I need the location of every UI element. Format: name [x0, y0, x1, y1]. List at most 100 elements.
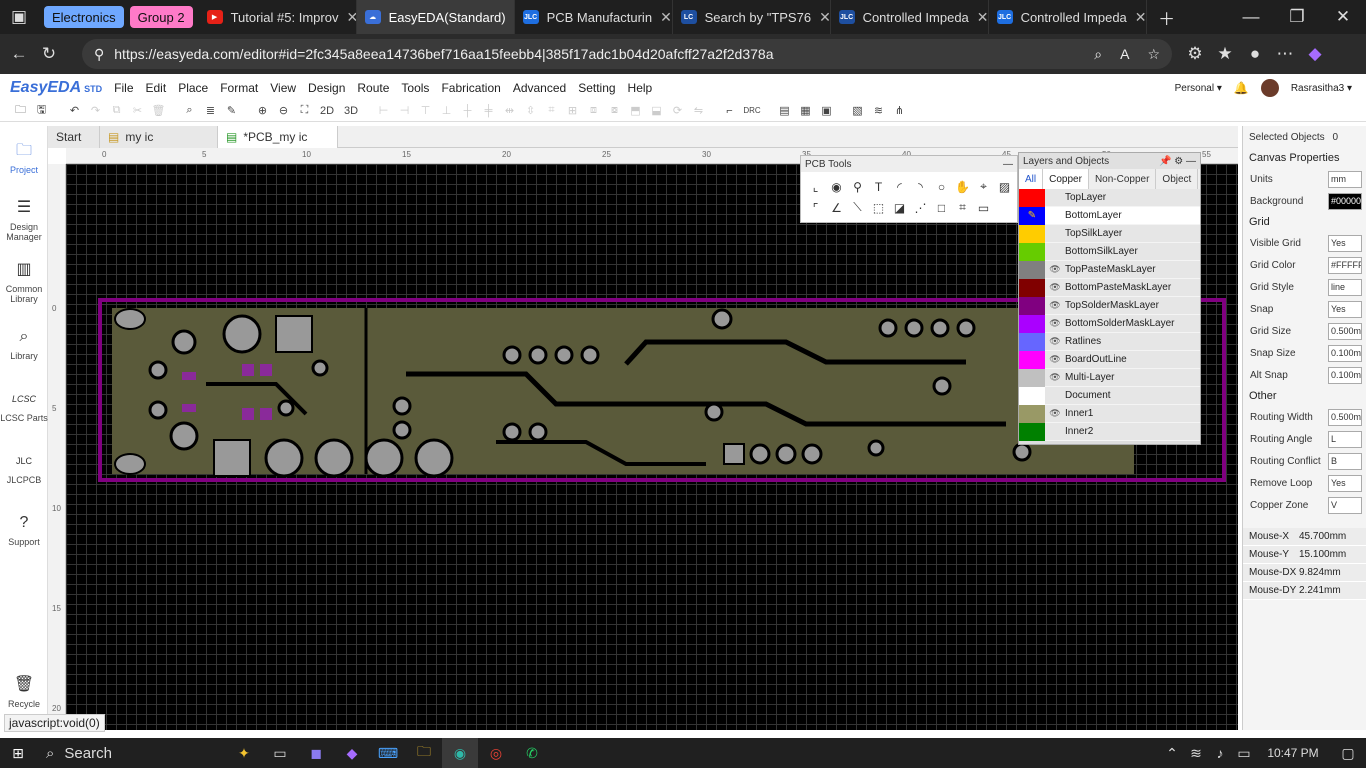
tab-group-electronics[interactable]: Electronics — [44, 6, 124, 28]
bring-front-icon[interactable]: ⬒ — [625, 102, 646, 120]
routing-width-field[interactable]: 0.500mm — [1328, 408, 1362, 426]
layer-color-swatch[interactable] — [1019, 242, 1045, 261]
canvas-origin-icon[interactable]: ⌗ — [952, 197, 973, 218]
grid-color-field[interactable]: #FFFFFF — [1328, 256, 1362, 274]
distribute-h-icon[interactable]: ⇹ — [499, 102, 520, 120]
alt-snap-field[interactable]: 0.100mm — [1328, 366, 1362, 384]
menu-tools[interactable]: Tools — [401, 81, 429, 95]
smd-pad[interactable] — [182, 404, 196, 412]
layer-color-swatch[interactable] — [1019, 368, 1045, 387]
align-right-icon[interactable]: ⊣ — [394, 102, 415, 120]
pad[interactable] — [904, 318, 924, 338]
save-icon[interactable]: 🖫 — [31, 102, 52, 120]
minimize-panel-icon[interactable]: — — [1003, 159, 1013, 170]
pad[interactable] — [222, 314, 262, 354]
new-tab-icon[interactable]: ＋ — [1147, 2, 1187, 32]
wifi-icon[interactable]: ≋ — [1184, 738, 1208, 768]
redo-icon[interactable]: ↷ — [85, 102, 106, 120]
pad[interactable] — [956, 318, 976, 338]
whatsapp-icon[interactable]: ✆ — [514, 738, 550, 768]
back-icon[interactable]: ← — [4, 39, 34, 69]
site-info-icon[interactable]: ⚲ — [94, 46, 104, 63]
close-icon[interactable]: ✕ — [346, 9, 355, 26]
via-tool-icon[interactable]: ⚲ — [847, 176, 868, 197]
teams-icon[interactable]: ◼ — [298, 738, 334, 768]
layer-color-swatch[interactable] — [1019, 224, 1045, 243]
send-back-icon[interactable]: ⬓ — [646, 102, 667, 120]
gerber-icon[interactable]: ▤ — [774, 102, 795, 120]
task-view-icon[interactable]: ▭ — [262, 738, 298, 768]
file-explorer-icon[interactable]: 🗀 — [406, 738, 442, 768]
copper-pour[interactable] — [112, 308, 1134, 474]
eye-icon[interactable]: 👁 — [1045, 354, 1065, 365]
group-icon[interactable]: ⧈ — [583, 102, 604, 120]
taskbar-search[interactable]: ⌕ Search — [36, 738, 226, 768]
restore-icon[interactable]: ❐ — [1274, 2, 1320, 32]
pad[interactable] — [580, 345, 600, 365]
layer-color-swatch[interactable] — [1019, 350, 1045, 369]
layer-row-bottomsilk[interactable]: BottomSilkLayer — [1019, 242, 1200, 261]
smd-pad[interactable] — [242, 408, 254, 420]
pad[interactable] — [528, 345, 548, 365]
corner-tool-icon[interactable]: ⌜ — [805, 197, 826, 218]
image-tool-icon[interactable]: ▨ — [994, 176, 1015, 197]
layer-row-boardoutline[interactable]: 👁 BoardOutLine — [1019, 350, 1200, 369]
browser-tab-pcb-manufacturing[interactable]: JLC PCB Manufacturin ✕ — [515, 0, 673, 34]
eye-icon[interactable]: 👁 — [1045, 264, 1065, 275]
menu-place[interactable]: Place — [178, 81, 208, 95]
layer-color-swatch[interactable] — [1019, 332, 1045, 351]
layer-row-toppastemask[interactable]: 👁 TopPasteMaskLayer — [1019, 260, 1200, 279]
sidebar-item-library[interactable]: ⌕ Library — [0, 312, 48, 374]
hand-tool-icon[interactable]: ✋ — [952, 176, 973, 197]
snap-icon[interactable]: ⊞ — [562, 102, 583, 120]
zoom-icon[interactable]: ⌕ — [1094, 46, 1102, 63]
sidebar-item-lcsc-parts[interactable]: LCSC LCSC Parts — [0, 374, 48, 436]
volume-icon[interactable]: ♪ — [1208, 738, 1232, 768]
windows-start-icon[interactable]: ⊞ — [0, 738, 36, 768]
extensions-icon[interactable]: ⚙ — [1180, 39, 1210, 69]
layer-color-swatch[interactable] — [1019, 188, 1045, 207]
close-icon[interactable]: ✕ — [660, 9, 672, 26]
layer-row-inner1[interactable]: 👁 Inner1 — [1019, 404, 1200, 423]
grid-style-select[interactable]: line — [1328, 278, 1362, 296]
align-bottom-icon[interactable]: ⊥ — [436, 102, 457, 120]
sidebar-item-common-library[interactable]: ▥ Common Library — [0, 250, 48, 312]
pad[interactable] — [1012, 442, 1032, 462]
edge-icon[interactable]: ◉ — [442, 738, 478, 768]
browser-tab-controlled-impedance-1[interactable]: JLC Controlled Impeda ✕ — [831, 0, 989, 34]
rectangle-tool-icon[interactable]: □ — [931, 197, 952, 218]
smd-pad[interactable] — [182, 372, 196, 380]
snap-select[interactable]: Yes — [1328, 300, 1362, 318]
browser-tab-controlled-impedance-2[interactable]: JLC Controlled Impeda ✕ — [989, 0, 1147, 34]
eye-icon[interactable]: 👁 — [1045, 408, 1065, 419]
sidebar-item-project[interactable]: 🗀 Project — [0, 126, 48, 188]
delete-icon[interactable]: 🗑 — [148, 102, 169, 120]
browser-tab-tutorial[interactable]: ▶ Tutorial #5: Improv ✕ — [199, 0, 357, 34]
layer-color-swatch[interactable] — [1019, 386, 1045, 405]
pad[interactable] — [502, 345, 522, 365]
view-2d-button[interactable]: 2D — [315, 102, 339, 120]
drc-button[interactable]: DRC — [740, 102, 764, 120]
menu-route[interactable]: Route — [357, 81, 389, 95]
align-grid-icon[interactable]: ⌗ — [541, 102, 562, 120]
line-tool-icon[interactable]: ⟍ — [847, 197, 868, 218]
pad[interactable] — [171, 329, 197, 355]
arc-center-tool-icon[interactable]: ◝ — [910, 176, 931, 197]
pad[interactable] — [314, 438, 354, 478]
solid-region-icon[interactable]: ⬚ — [868, 197, 889, 218]
eye-icon[interactable]: 👁 — [1045, 300, 1065, 311]
mounting-hole[interactable] — [114, 453, 146, 475]
pad[interactable] — [311, 359, 329, 377]
reload-icon[interactable]: ↻ — [34, 39, 64, 69]
eye-icon[interactable]: 👁 — [1045, 318, 1065, 329]
tab-group-2[interactable]: Group 2 — [129, 6, 193, 28]
units-select[interactable]: mm — [1328, 170, 1362, 188]
close-icon[interactable]: ✕ — [977, 9, 988, 26]
minimize-panel-icon[interactable]: — — [1186, 156, 1196, 167]
eye-icon[interactable]: 👁 — [1045, 336, 1065, 347]
pad[interactable] — [277, 399, 295, 417]
dimension-tool-icon[interactable]: ∠ — [826, 197, 847, 218]
pad[interactable] — [392, 420, 412, 440]
browser-tab-search[interactable]: LC Search by "TPS76 ✕ — [673, 0, 831, 34]
smd-pad[interactable] — [260, 408, 272, 420]
